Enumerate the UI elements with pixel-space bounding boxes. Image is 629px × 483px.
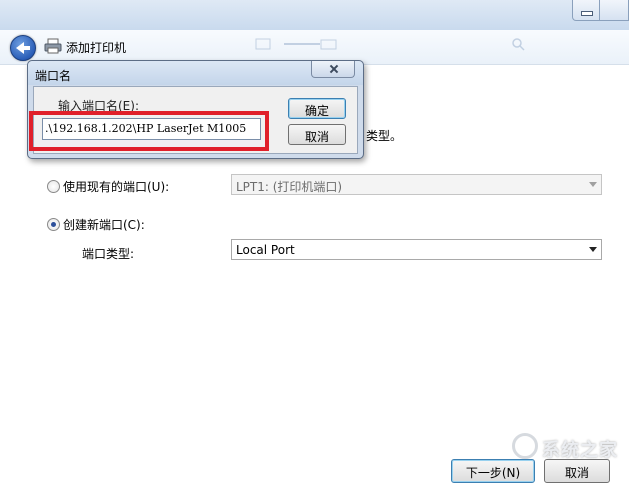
chevron-down-icon xyxy=(589,182,597,187)
ok-button[interactable]: 确定 xyxy=(288,98,346,119)
use-existing-port-radio[interactable] xyxy=(47,180,60,193)
port-type-label: 端口类型: xyxy=(82,247,135,261)
printer-icon xyxy=(44,38,62,54)
maximize-button[interactable] xyxy=(599,0,629,21)
watermark-text: 系统之家 xyxy=(542,440,618,461)
window-frame-top xyxy=(0,0,629,30)
minimize-button[interactable] xyxy=(572,0,600,21)
faded-search-icon xyxy=(512,38,525,51)
back-arrow-icon[interactable] xyxy=(10,35,36,61)
cancel-button[interactable]: 取消 xyxy=(288,124,346,145)
close-icon[interactable] xyxy=(311,61,355,78)
existing-port-select[interactable]: LPT1: (打印机端口) xyxy=(231,174,602,195)
wizard-prompt-text: 类型。 xyxy=(366,129,403,143)
use-existing-port-label: 使用现有的端口(U): xyxy=(63,180,170,194)
port-type-value: Local Port xyxy=(236,243,295,257)
create-new-port-radio[interactable] xyxy=(47,218,60,231)
wizard-title: 添加打印机 xyxy=(66,41,127,55)
existing-port-value: LPT1: (打印机端口) xyxy=(236,180,343,194)
faded-nav-icon xyxy=(255,38,320,50)
highlight-annotation-box xyxy=(29,111,269,151)
create-new-port-label: 创建新端口(C): xyxy=(63,218,145,232)
port-type-select[interactable]: Local Port xyxy=(231,239,602,260)
faded-printer-icon xyxy=(320,39,337,50)
site-watermark: 系统之家 xyxy=(512,430,629,464)
dialog-titlebar: 端口名 xyxy=(28,61,363,85)
watermark-logo-icon xyxy=(512,433,538,459)
dialog-title: 端口名 xyxy=(35,69,72,83)
chevron-down-icon xyxy=(589,247,597,252)
